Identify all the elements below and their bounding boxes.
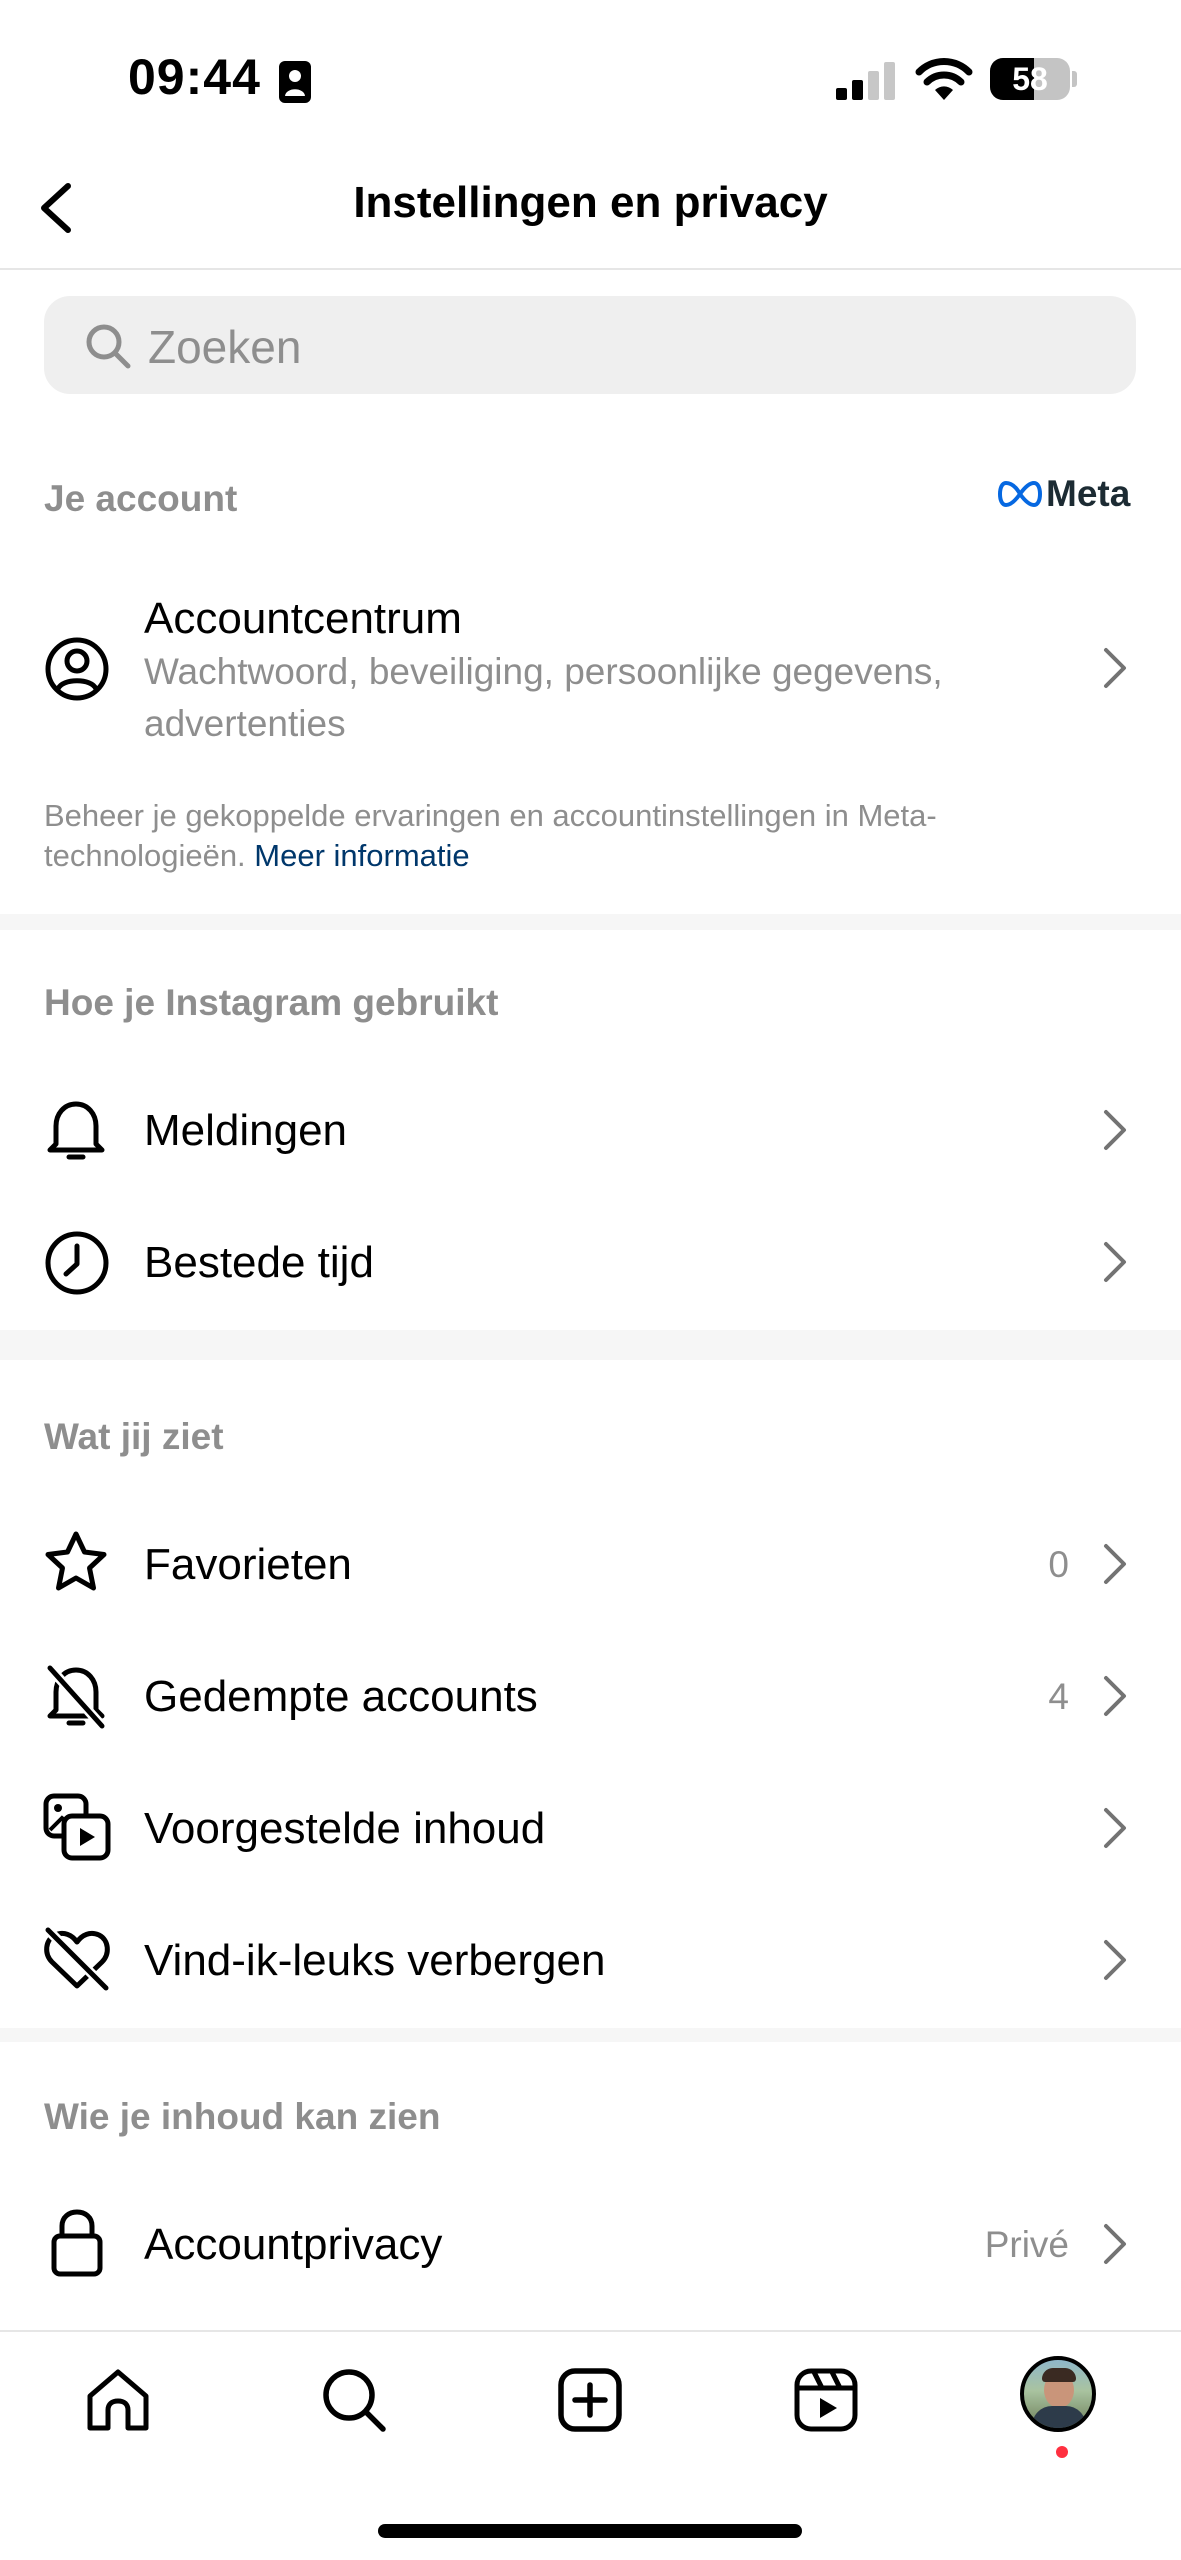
- settings-row-meldingen[interactable]: Meldingen: [0, 1064, 1181, 1196]
- chevron-right-icon: [1104, 1940, 1126, 1980]
- tab-home[interactable]: [84, 2366, 152, 2434]
- accountcenter-row[interactable]: Accountcentrum Wachtwoord, beveiliging, …: [0, 580, 1181, 760]
- accountprivacy-label: Accountprivacy: [144, 2220, 443, 2269]
- meldingen-label: Meldingen: [144, 1106, 348, 1155]
- lock-icon: [51, 2209, 103, 2277]
- home-icon: [87, 2369, 149, 2431]
- settings-row-gedempte-accounts[interactable]: Gedempte accounts 4: [0, 1630, 1181, 1762]
- section-divider: [0, 914, 1181, 930]
- section-divider: [0, 1330, 1181, 1360]
- search-icon: [86, 324, 131, 369]
- chevron-right-icon: [1104, 2224, 1126, 2264]
- lock-screen-focus-icon: [278, 60, 312, 104]
- section-divider: [0, 2028, 1181, 2042]
- tab-reels[interactable]: [792, 2366, 860, 2434]
- chevron-right-icon: [1104, 1808, 1126, 1848]
- cellular-signal-icon: [836, 60, 898, 100]
- search-icon: [323, 2369, 386, 2432]
- suggested-content-icon: [43, 1793, 111, 1861]
- voorgestelde-inhoud-label: Voorgestelde inhoud: [144, 1804, 546, 1853]
- bestede-tijd-label: Bestede tijd: [144, 1238, 374, 1287]
- hidden-heart-icon: [43, 1926, 111, 1992]
- settings-row-accountprivacy[interactable]: Accountprivacy Privé: [0, 2178, 1181, 2310]
- accountcenter-subtitle-line2: advertenties: [144, 703, 346, 744]
- section-title-who-sees: Wie je inhoud kan zien: [44, 2096, 441, 2137]
- meer-informatie-link[interactable]: Meer informatie: [254, 838, 469, 873]
- page-title: Instellingen en privacy: [353, 178, 828, 227]
- header-divider: [0, 268, 1181, 270]
- tab-profile[interactable]: [1020, 2356, 1100, 2436]
- avatar: [1020, 2356, 1096, 2432]
- notification-dot: [1056, 2446, 1068, 2458]
- account-circle-icon: [45, 637, 109, 701]
- star-icon: [45, 1531, 107, 1591]
- settings-row-favorieten[interactable]: Favorieten 0: [0, 1498, 1181, 1630]
- chevron-right-icon: [1104, 1544, 1126, 1584]
- settings-row-bestede-tijd[interactable]: Bestede tijd: [0, 1196, 1181, 1328]
- favorieten-count: 0: [1048, 1544, 1069, 1585]
- section-title-what-you-see: Wat jij ziet: [44, 1416, 224, 1457]
- battery-icon: 58: [990, 58, 1077, 100]
- favorieten-label: Favorieten: [144, 1540, 352, 1589]
- wifi-icon: [915, 56, 973, 100]
- plus-square-icon: [558, 2368, 622, 2432]
- meta-logo: Meta: [998, 472, 1130, 516]
- tab-search[interactable]: [320, 2366, 388, 2434]
- gedempte-accounts-label: Gedempte accounts: [144, 1672, 538, 1721]
- vind-ik-leuks-verbergen-label: Vind-ik-leuks verbergen: [144, 1936, 606, 1985]
- gedempte-accounts-count: 4: [1048, 1676, 1069, 1717]
- settings-row-voorgestelde-inhoud[interactable]: Voorgestelde inhoud: [0, 1762, 1181, 1894]
- home-indicator: [378, 2524, 802, 2538]
- accountcenter-label: Accountcentrum: [144, 594, 462, 643]
- status-time: 09:44: [128, 49, 261, 105]
- tab-create[interactable]: [556, 2366, 624, 2434]
- reels-icon: [794, 2368, 858, 2432]
- section-title-account: Je account: [44, 478, 238, 519]
- battery-percentage: 58: [1012, 61, 1048, 97]
- meta-infinity-icon: [998, 481, 1042, 507]
- chevron-right-icon: [1104, 1242, 1126, 1282]
- search-placeholder: Zoeken: [148, 321, 302, 373]
- settings-row-vind-ik-leuks-verbergen[interactable]: Vind-ik-leuks verbergen: [0, 1894, 1181, 2026]
- section-title-usage: Hoe je Instagram gebruikt: [44, 982, 499, 1023]
- clock-icon: [45, 1231, 109, 1295]
- meta-brand-text: Meta: [1046, 473, 1131, 514]
- search-input[interactable]: Zoeken: [44, 296, 1136, 394]
- tab-bar-divider: [0, 2330, 1181, 2332]
- accountcenter-subtitle-line1: Wachtwoord, beveiliging, persoonlijke ge…: [144, 651, 943, 692]
- accountprivacy-value: Privé: [984, 2224, 1069, 2265]
- account-info-text: Beheer je gekoppelde ervaringen en accou…: [44, 798, 937, 873]
- chevron-right-icon: [1104, 1676, 1126, 1716]
- muted-bell-icon: [45, 1663, 107, 1730]
- bell-icon: [47, 1101, 105, 1160]
- chevron-right-icon: [1104, 1110, 1126, 1150]
- chevron-right-icon: [1104, 648, 1126, 688]
